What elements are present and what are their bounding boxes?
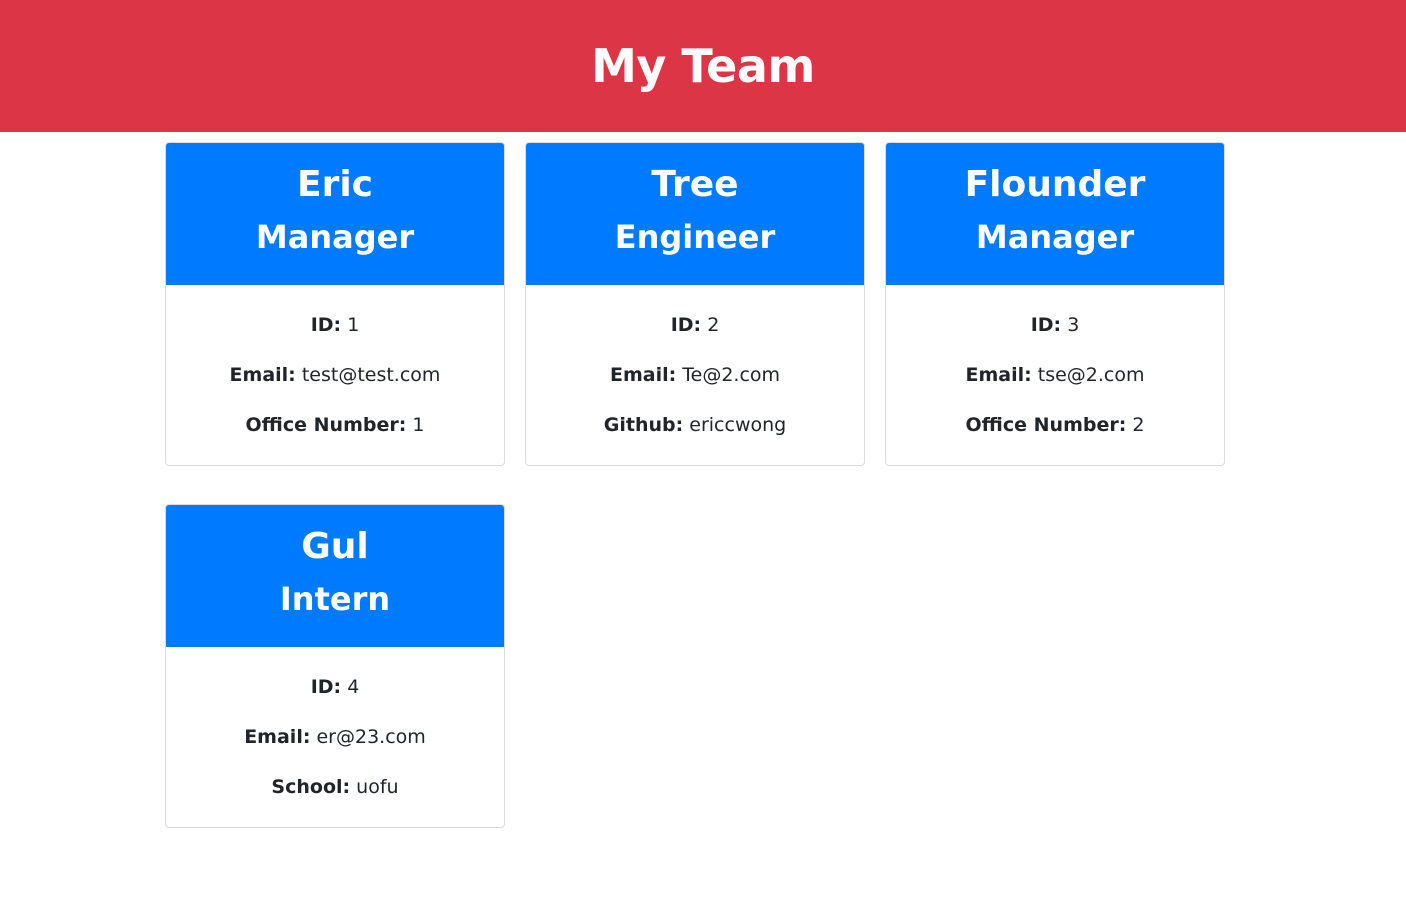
school-value: uofu <box>356 776 399 798</box>
employee-id-line: ID: 1 <box>166 314 504 336</box>
employee-name: Eric <box>296 164 374 205</box>
employee-extra-line: Office Number: 2 <box>886 414 1224 436</box>
page-title: My Team <box>591 39 815 93</box>
id-label: ID: <box>310 314 342 336</box>
id-value: 3 <box>1067 314 1080 336</box>
employee-name: Tree <box>651 164 739 205</box>
page-header: My Team <box>0 0 1406 132</box>
employee-name: Flounder <box>964 164 1146 205</box>
email-value: tse@2.com <box>1037 364 1145 386</box>
office-number-value: 1 <box>412 414 425 436</box>
employee-email-line: Email: test@test.com <box>166 364 504 386</box>
card-header: Flounder Manager <box>886 143 1224 285</box>
id-label: ID: <box>1030 314 1062 336</box>
email-label: Email: <box>244 726 311 748</box>
card-header: Eric Manager <box>166 143 504 285</box>
office-number-label: Office Number: <box>245 414 407 436</box>
card-body: ID: 4 Email: er@23.com School: uofu <box>166 647 504 798</box>
employee-email-line: Email: Te@2.com <box>526 364 864 386</box>
employee-extra-line: School: uofu <box>166 776 504 798</box>
employee-id-line: ID: 3 <box>886 314 1224 336</box>
id-value: 4 <box>347 676 360 698</box>
employee-id-line: ID: 4 <box>166 676 504 698</box>
employee-extra-line: Office Number: 1 <box>166 414 504 436</box>
employee-card: Gul Intern ID: 4 Email: er@23.com School… <box>165 504 505 828</box>
employee-name: Gul <box>301 526 369 567</box>
employee-role: Manager <box>975 218 1135 256</box>
id-label: ID: <box>670 314 702 336</box>
employee-card: Eric Manager ID: 1 Email: test@test.com … <box>165 142 505 466</box>
id-value: 1 <box>347 314 360 336</box>
employee-email-line: Email: er@23.com <box>166 726 504 748</box>
employee-email-line: Email: tse@2.com <box>886 364 1224 386</box>
team-grid: Eric Manager ID: 1 Email: test@test.com … <box>165 142 1245 828</box>
github-value: ericcwong <box>689 414 787 436</box>
email-value: er@23.com <box>316 726 426 748</box>
employee-card: Flounder Manager ID: 3 Email: tse@2.com … <box>885 142 1225 466</box>
office-number-label: Office Number: <box>965 414 1127 436</box>
github-label: Github: <box>603 414 684 436</box>
office-number-value: 2 <box>1132 414 1145 436</box>
employee-extra-line: Github: ericcwong <box>526 414 864 436</box>
id-label: ID: <box>310 676 342 698</box>
email-label: Email: <box>965 364 1032 386</box>
card-body: ID: 1 Email: test@test.com Office Number… <box>166 285 504 436</box>
email-value: test@test.com <box>301 364 441 386</box>
email-label: Email: <box>229 364 296 386</box>
employee-card: Tree Engineer ID: 2 Email: Te@2.com Gith… <box>525 142 865 466</box>
school-label: School: <box>271 776 351 798</box>
email-value: Te@2.com <box>682 364 781 386</box>
card-header: Gul Intern <box>166 505 504 647</box>
employee-role: Intern <box>279 580 391 618</box>
card-body: ID: 2 Email: Te@2.com Github: ericcwong <box>526 285 864 436</box>
id-value: 2 <box>707 314 720 336</box>
email-label: Email: <box>609 364 677 386</box>
employee-role: Manager <box>255 218 415 256</box>
card-body: ID: 3 Email: tse@2.com Office Number: 2 <box>886 285 1224 436</box>
employee-id-line: ID: 2 <box>526 314 864 336</box>
card-header: Tree Engineer <box>526 143 864 285</box>
employee-role: Engineer <box>614 218 776 256</box>
